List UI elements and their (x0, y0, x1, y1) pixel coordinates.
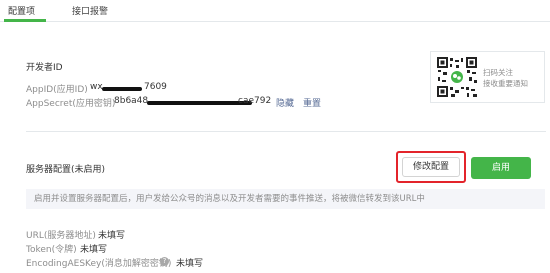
help-icon[interactable]: ? (160, 257, 169, 266)
tab-interface-alarm[interactable]: 接口报警 (72, 4, 108, 17)
reset-secret-link[interactable]: 重置 (303, 96, 321, 109)
modify-config-highlight: 修改配置 (396, 151, 466, 183)
appid-prefix: wx (90, 82, 103, 92)
server-config-title: 服务器配置(未启用) (26, 165, 106, 175)
appsecret-redaction (147, 101, 252, 105)
appid-label: AppID(应用ID) (26, 85, 88, 95)
appid-suffix: 7609 (144, 82, 167, 92)
section-divider (26, 131, 546, 132)
tab-config[interactable]: 配置项 (8, 4, 35, 17)
url-label: URL(服务器地址) (26, 231, 96, 241)
qr-caption: 扫码关注 接收重要通知 (483, 67, 528, 89)
tab-bar: 配置项 接口报警 (0, 0, 550, 22)
hide-secret-link[interactable]: 隐藏 (276, 96, 294, 109)
appid-redaction (102, 87, 142, 91)
enable-button[interactable]: 启用 (471, 157, 531, 179)
modify-config-button[interactable]: 修改配置 (402, 157, 460, 177)
server-config-description: 启用并设置服务器配置后，用户发给公众号的消息以及开发者需要的事件推送，将被微信转… (26, 189, 545, 209)
qr-caption-line2: 接收重要通知 (483, 79, 528, 88)
active-tab-indicator (4, 19, 46, 22)
qr-code-icon (436, 56, 478, 98)
appsecret-prefix: 8b6a48 (114, 96, 149, 106)
developer-id-title: 开发者ID (26, 63, 63, 73)
appsecret-suffix: cae792 (238, 96, 272, 106)
url-value: 未填写 (98, 231, 126, 241)
token-label: Token(令牌) (26, 245, 77, 255)
aes-key-value: 未填写 (176, 259, 204, 269)
qr-follow-box: 扫码关注 接收重要通知 (430, 51, 545, 103)
aes-key-label: EncodingAESKey(消息加解密密钥) (26, 259, 172, 269)
token-value: 未填写 (80, 245, 108, 255)
qr-caption-line1: 扫码关注 (483, 68, 513, 77)
appsecret-label: AppSecret(应用密钥) (26, 99, 116, 109)
